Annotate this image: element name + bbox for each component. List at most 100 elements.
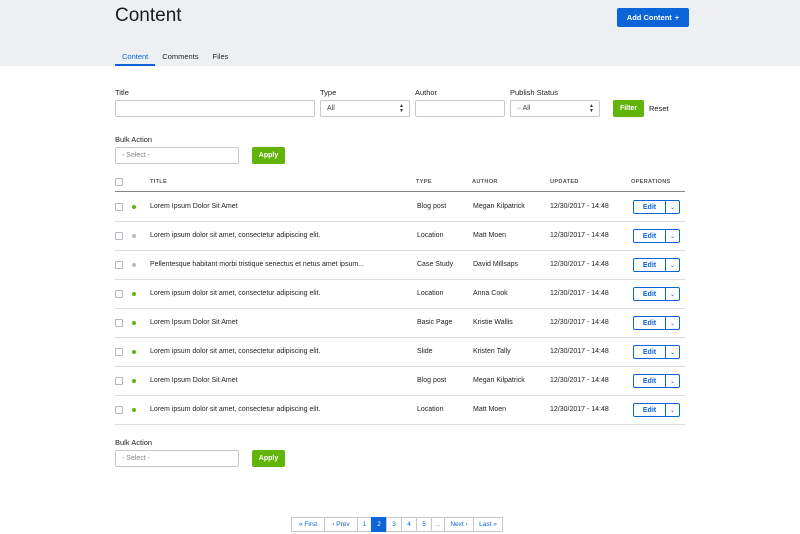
status-dot-icon	[132, 321, 136, 325]
table-header: TITLE TYPE AUTHOR UPDATED OPERATIONS	[115, 174, 685, 192]
bulk-apply-button-bottom[interactable]: Apply	[252, 450, 285, 467]
status-dot-icon	[132, 263, 136, 267]
row-operations: Edit ⌄	[633, 258, 680, 272]
status-filter-select[interactable]: ○ All ▲ ▼	[510, 100, 600, 117]
pagination: « First ‹ Prev 1 2 3 4 5 ... Next › Last…	[291, 517, 503, 532]
row-operations: Edit ⌄	[633, 229, 680, 243]
edit-button[interactable]: Edit	[633, 345, 666, 359]
row-updated: 12/30/2017 - 14:48	[550, 377, 609, 384]
edit-button[interactable]: Edit	[633, 229, 666, 243]
row-type: Basic Page	[417, 319, 453, 326]
status-dot-icon	[132, 408, 136, 412]
table-row: Lorem Ipsum Dolor Sit Amet Blog post Meg…	[115, 367, 685, 396]
row-checkbox[interactable]	[115, 319, 123, 327]
edit-button[interactable]: Edit	[633, 287, 666, 301]
row-type: Blog post	[417, 203, 447, 210]
table-row: Lorem Ipsum Dolor Sit Amet Basic Page Kr…	[115, 309, 685, 338]
row-title[interactable]: Lorem Ipsum Dolor Sit Amet	[150, 377, 238, 384]
type-filter-select[interactable]: All ▲ ▼	[320, 100, 410, 117]
edit-button[interactable]: Edit	[633, 316, 666, 330]
add-content-label: Add Content	[626, 13, 672, 22]
column-author[interactable]: AUTHOR	[472, 179, 498, 185]
pager-page-3[interactable]: 3	[386, 517, 402, 532]
row-author: Megan Kilpatrick	[473, 203, 525, 210]
bulk-action-select[interactable]: - Select -	[115, 147, 239, 164]
tab-bar: Content Comments Files	[115, 46, 235, 66]
add-content-button[interactable]: Add Content +	[617, 8, 689, 27]
type-filter-label: Type	[320, 88, 337, 97]
row-checkbox[interactable]	[115, 377, 123, 385]
chevron-down-icon[interactable]: ⌄	[666, 258, 680, 272]
tab-content[interactable]: Content	[115, 46, 156, 66]
status-dot-icon	[132, 350, 136, 354]
column-type[interactable]: TYPE	[416, 179, 432, 185]
chevron-down-icon[interactable]: ⌄	[666, 345, 680, 359]
table-row: Lorem Ipsum Dolor Sit Amet Blog post Meg…	[115, 193, 685, 222]
column-updated[interactable]: UPDATED	[550, 179, 579, 185]
pager-page-4[interactable]: 4	[401, 517, 417, 532]
row-title[interactable]: Lorem Ipsum Dolor Sit Amet	[150, 203, 238, 210]
pager-last[interactable]: Last »	[473, 517, 503, 532]
row-checkbox[interactable]	[115, 406, 123, 414]
select-all-checkbox[interactable]	[115, 178, 123, 186]
tab-files[interactable]: Files	[206, 46, 236, 66]
edit-button[interactable]: Edit	[633, 374, 666, 388]
bulk-action-select-bottom[interactable]: - Select -	[115, 450, 239, 467]
title-filter-input[interactable]	[115, 100, 315, 117]
pager-page-2[interactable]: 2	[371, 517, 387, 532]
page-header: Content Add Content + Content Comments F…	[0, 0, 800, 66]
row-checkbox[interactable]	[115, 348, 123, 356]
row-checkbox[interactable]	[115, 261, 123, 269]
row-updated: 12/30/2017 - 14:48	[550, 290, 609, 297]
row-updated: 12/30/2017 - 14:48	[550, 348, 609, 355]
row-operations: Edit ⌄	[633, 403, 680, 417]
bulk-apply-button[interactable]: Apply	[252, 147, 285, 164]
row-author: David Millsaps	[473, 261, 519, 268]
row-title[interactable]: Lorem ipsum dolor sit amet, consectetur …	[150, 406, 320, 413]
filter-button[interactable]: Filter	[613, 100, 644, 117]
chevron-down-icon[interactable]: ⌄	[666, 200, 680, 214]
status-dot-icon	[132, 292, 136, 296]
chevron-down-icon[interactable]: ⌄	[666, 403, 680, 417]
pager-prev[interactable]: ‹ Prev	[324, 517, 358, 532]
row-author: Kristen Tally	[473, 348, 511, 355]
row-checkbox[interactable]	[115, 290, 123, 298]
row-title[interactable]: Lorem ipsum dolor sit amet, consectetur …	[150, 232, 320, 239]
row-type: Blog post	[417, 377, 447, 384]
bulk-action-placeholder: - Select -	[122, 152, 151, 159]
row-title[interactable]: Pellentesque habitant morbi tristique se…	[150, 261, 364, 268]
pager-page-5[interactable]: 5	[416, 517, 432, 532]
edit-button[interactable]: Edit	[633, 403, 666, 417]
row-title[interactable]: Lorem Ipsum Dolor Sit Amet	[150, 319, 238, 326]
author-filter-input[interactable]	[415, 100, 505, 117]
bulk-action-label-bottom: Bulk Action	[115, 438, 153, 447]
chevron-down-icon[interactable]: ⌄	[666, 287, 680, 301]
status-dot-icon	[132, 234, 136, 238]
column-title[interactable]: TITLE	[150, 179, 167, 185]
row-author: Matt Moen	[473, 406, 507, 413]
author-filter-label: Author	[415, 88, 438, 97]
row-type: Location	[417, 232, 444, 239]
pager-next[interactable]: Next ›	[444, 517, 474, 532]
row-title[interactable]: Lorem ipsum dolor sit amet, consectetur …	[150, 348, 320, 355]
tab-comments[interactable]: Comments	[155, 46, 205, 66]
row-author: Matt Moen	[473, 232, 507, 239]
title-filter-label: Title	[115, 88, 129, 97]
row-checkbox[interactable]	[115, 232, 123, 240]
status-filter-value: All	[522, 105, 531, 112]
pager-first[interactable]: « First	[291, 517, 325, 532]
row-title[interactable]: Lorem ipsum dolor sit amet, consectetur …	[150, 290, 320, 297]
row-updated: 12/30/2017 - 14:48	[550, 232, 609, 239]
pager-ellipsis: ...	[431, 517, 445, 532]
edit-button[interactable]: Edit	[633, 200, 666, 214]
chevron-down-icon[interactable]: ⌄	[666, 229, 680, 243]
bulk-action-label: Bulk Action	[115, 135, 153, 144]
reset-link[interactable]: Reset	[649, 104, 669, 113]
status-filter-label: Publish Status	[510, 88, 558, 97]
row-checkbox[interactable]	[115, 203, 123, 211]
status-dot-icon	[132, 379, 136, 383]
edit-button[interactable]: Edit	[633, 258, 666, 272]
pager-page-1[interactable]: 1	[357, 517, 372, 532]
chevron-down-icon[interactable]: ⌄	[666, 374, 680, 388]
chevron-down-icon[interactable]: ⌄	[666, 316, 680, 330]
